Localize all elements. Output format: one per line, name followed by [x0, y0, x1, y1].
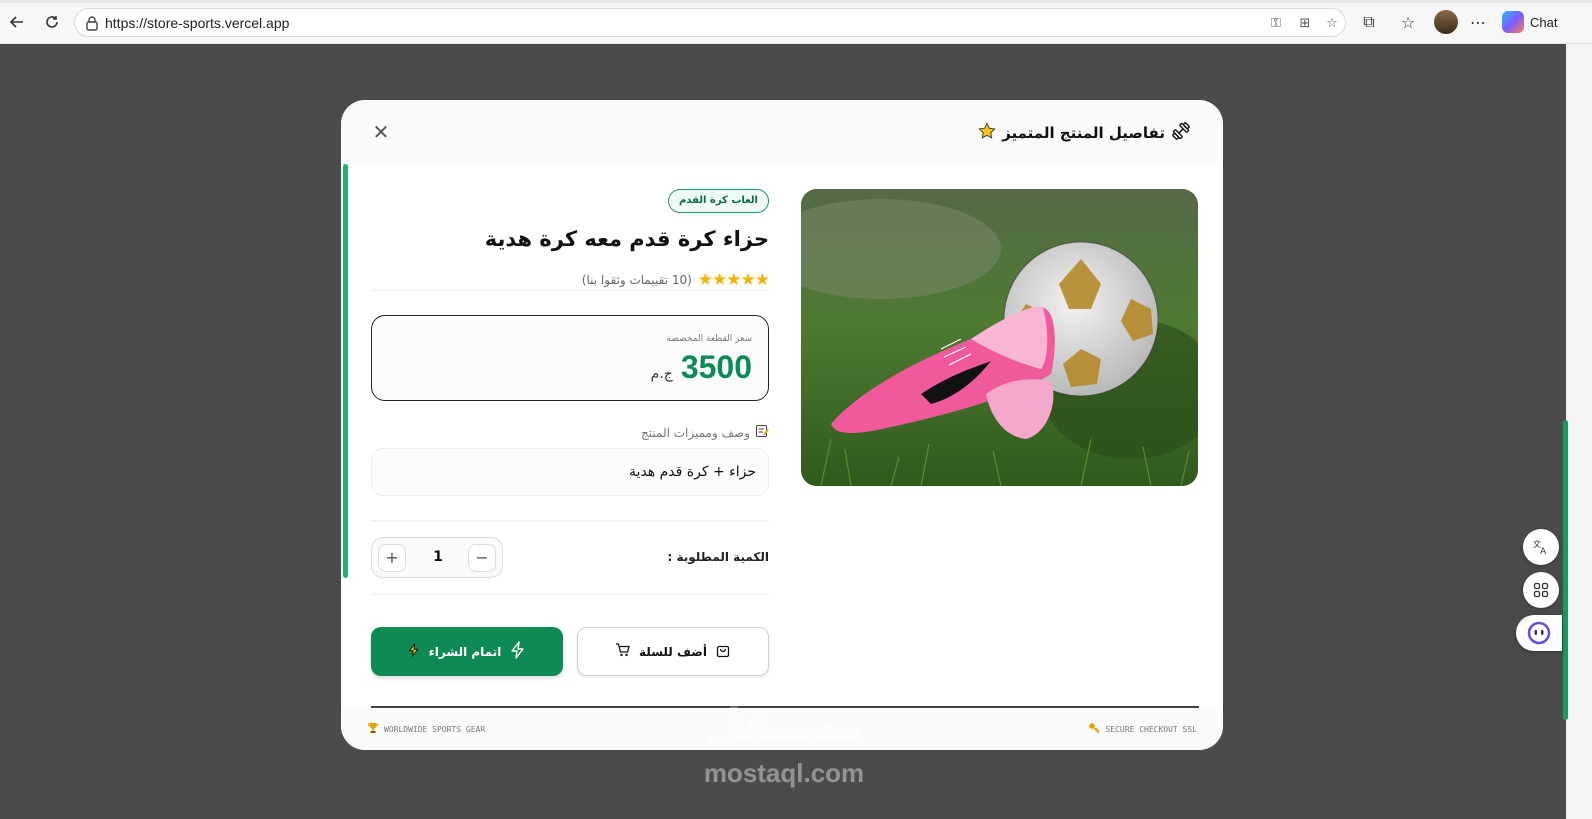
bolt-icon	[407, 643, 421, 660]
price-label: سعر القطعة المخصصة	[666, 334, 752, 344]
description-label-text: وصف ومميزات المنتج	[641, 425, 750, 440]
modal-header: تفاصيل المنتج المتميز ✕	[341, 100, 1223, 164]
currency: ج.م	[650, 366, 673, 382]
product-image	[801, 189, 1198, 486]
footer-left: WORLDWIDE SPORTS GEAR	[367, 722, 485, 736]
divider	[371, 290, 769, 291]
description-text: حزاء + كرة قدم هدية	[629, 464, 756, 480]
apps-icon[interactable]	[1523, 572, 1559, 608]
trophy-icon	[367, 722, 379, 736]
tab-strip-edge	[0, 0, 1592, 3]
rating-text: (10 تقييمات وثقوا بنا)	[581, 273, 692, 287]
watermark-arabic: مستقل	[703, 700, 865, 751]
more-icon[interactable]: ⋯	[1467, 11, 1489, 33]
scrollbar-track[interactable]	[1566, 44, 1592, 819]
decrease-button[interactable]: −	[468, 544, 496, 572]
extensions-icon[interactable]: ⧉	[1358, 11, 1380, 33]
footer-right-text: SECURE CHECKOUT SSL	[1105, 724, 1197, 734]
modal-title-text: تفاصيل المنتج المتميز	[1002, 124, 1165, 142]
star-icon	[978, 122, 996, 144]
chat-label: Chat	[1530, 14, 1558, 30]
lock-icon	[86, 16, 98, 31]
rating: ★★★★★ (10 تقييمات وثقوا بنا)	[581, 270, 770, 290]
key-footer-icon	[1088, 722, 1101, 736]
reload-icon[interactable]	[41, 11, 63, 33]
assistant-icon[interactable]	[1516, 615, 1562, 651]
browser-toolbar: https://store-sports.vercel.app ⚿ ⊞ ☆ ⧉ …	[0, 0, 1592, 44]
favorites-icon[interactable]: ☆	[1397, 11, 1419, 33]
key-icon[interactable]: ⚿	[1268, 15, 1284, 31]
footer-left-text: WORLDWIDE SPORTS GEAR	[384, 724, 486, 734]
watermark-latin: mostaql.com	[703, 758, 865, 788]
buy-button-label: اتمام الشراء	[428, 644, 502, 659]
modal-scroll-indicator	[343, 164, 348, 578]
modal-title: تفاصيل المنتج المتميز	[978, 121, 1191, 145]
copilot-icon	[1502, 11, 1524, 33]
price-card: سعر القطعة المخصصة 3500 ج.م	[371, 315, 769, 401]
scrollbar-thumb[interactable]	[1563, 420, 1568, 720]
cart-icon	[615, 642, 631, 661]
quantity-value[interactable]: 1	[432, 549, 444, 565]
url-text: https://store-sports.vercel.app	[105, 15, 290, 31]
increase-button[interactable]: +	[378, 544, 406, 572]
category-badge[interactable]: العاب كرة القدم	[667, 189, 769, 213]
chat-button[interactable]: Chat	[1502, 9, 1557, 35]
price-value: 3500	[680, 349, 752, 385]
rating-stars: ★★★★★	[697, 270, 770, 290]
quantity-stepper: + 1 −	[371, 537, 503, 578]
bolt-icon	[509, 641, 527, 662]
divider	[371, 520, 769, 521]
star-bookmark-icon[interactable]: ☆	[1324, 15, 1340, 31]
avatar[interactable]	[1434, 10, 1458, 34]
memo-icon	[755, 424, 769, 441]
dumbbell-icon	[1171, 121, 1191, 145]
svg-text:A: A	[1540, 547, 1547, 556]
price-row: 3500 ج.م	[651, 349, 752, 386]
footer-right: SECURE CHECKOUT SSL	[1088, 722, 1197, 736]
checkout-button[interactable]: اتمام الشراء	[371, 627, 563, 676]
divider	[371, 594, 769, 595]
grid-add-icon[interactable]: ⊞	[1297, 15, 1313, 31]
product-title: حزاء كرة قدم معه كرة هدية	[484, 227, 769, 251]
quantity-label: الكمية المطلوبة :	[667, 550, 769, 564]
bag-icon	[715, 642, 731, 661]
translate-icon[interactable]: 文A	[1523, 529, 1559, 565]
product-modal: تفاصيل المنتج المتميز ✕ العاب كرة القدم …	[341, 100, 1223, 750]
cart-button-label: أضف للسلة	[639, 644, 707, 659]
description-label: وصف ومميزات المنتج	[641, 424, 769, 441]
close-icon[interactable]: ✕	[371, 122, 391, 142]
description-box: حزاء + كرة قدم هدية	[371, 448, 769, 496]
address-bar[interactable]: https://store-sports.vercel.app ⚿ ⊞ ☆	[74, 8, 1346, 37]
add-to-cart-button[interactable]: أضف للسلة	[577, 627, 769, 676]
back-icon[interactable]	[6, 11, 28, 33]
